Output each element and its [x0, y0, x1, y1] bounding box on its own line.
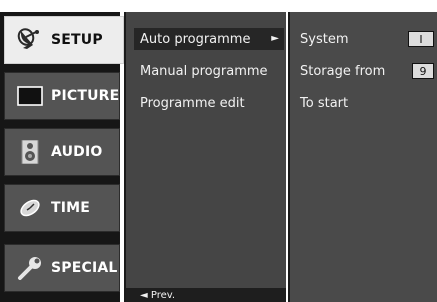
- category-audio[interactable]: AUDIO: [4, 128, 120, 176]
- prev-button[interactable]: ◄ Prev.: [126, 288, 286, 302]
- category-label: TIME: [51, 200, 91, 216]
- arrow-right-icon: ►: [271, 33, 279, 44]
- menu-item-label: Manual programme: [140, 63, 268, 79]
- category-label: SETUP: [51, 32, 103, 48]
- category-label: PICTURE: [51, 88, 120, 104]
- menu-item-label: Programme edit: [140, 95, 245, 111]
- menu-item-auto-programme[interactable]: Auto programme ►: [134, 28, 284, 50]
- auto-programme-submenu: System I Storage from 9 To start: [288, 12, 437, 302]
- clock-icon: [17, 196, 43, 220]
- tv-screen-icon: [17, 84, 43, 108]
- setup-menu: Auto programme ► Manual programme Progra…: [124, 12, 286, 302]
- category-label: SPECIAL: [51, 260, 118, 276]
- category-special[interactable]: SPECIAL: [4, 244, 120, 292]
- menu-item-label: Auto programme: [140, 31, 251, 47]
- storage-from-value-box[interactable]: 9: [412, 63, 434, 79]
- system-label: System: [300, 31, 349, 47]
- to-start-button[interactable]: To start: [300, 92, 348, 114]
- category-picture[interactable]: PICTURE: [4, 72, 120, 120]
- category-sidebar: SETUP PICTURE AUDIO TIME SPECIAL: [0, 12, 124, 302]
- top-strip: [0, 0, 437, 12]
- storage-from-label: Storage from: [300, 63, 386, 79]
- category-label: AUDIO: [51, 144, 103, 160]
- system-value-box[interactable]: I: [408, 31, 434, 47]
- category-setup[interactable]: SETUP: [4, 16, 124, 64]
- satellite-dish-icon: [17, 28, 43, 52]
- speaker-icon: [17, 140, 43, 164]
- wrench-icon: [17, 256, 43, 280]
- menu-item-manual-programme[interactable]: Manual programme: [134, 60, 284, 82]
- category-time[interactable]: TIME: [4, 184, 120, 232]
- menu-item-programme-edit[interactable]: Programme edit: [134, 92, 284, 114]
